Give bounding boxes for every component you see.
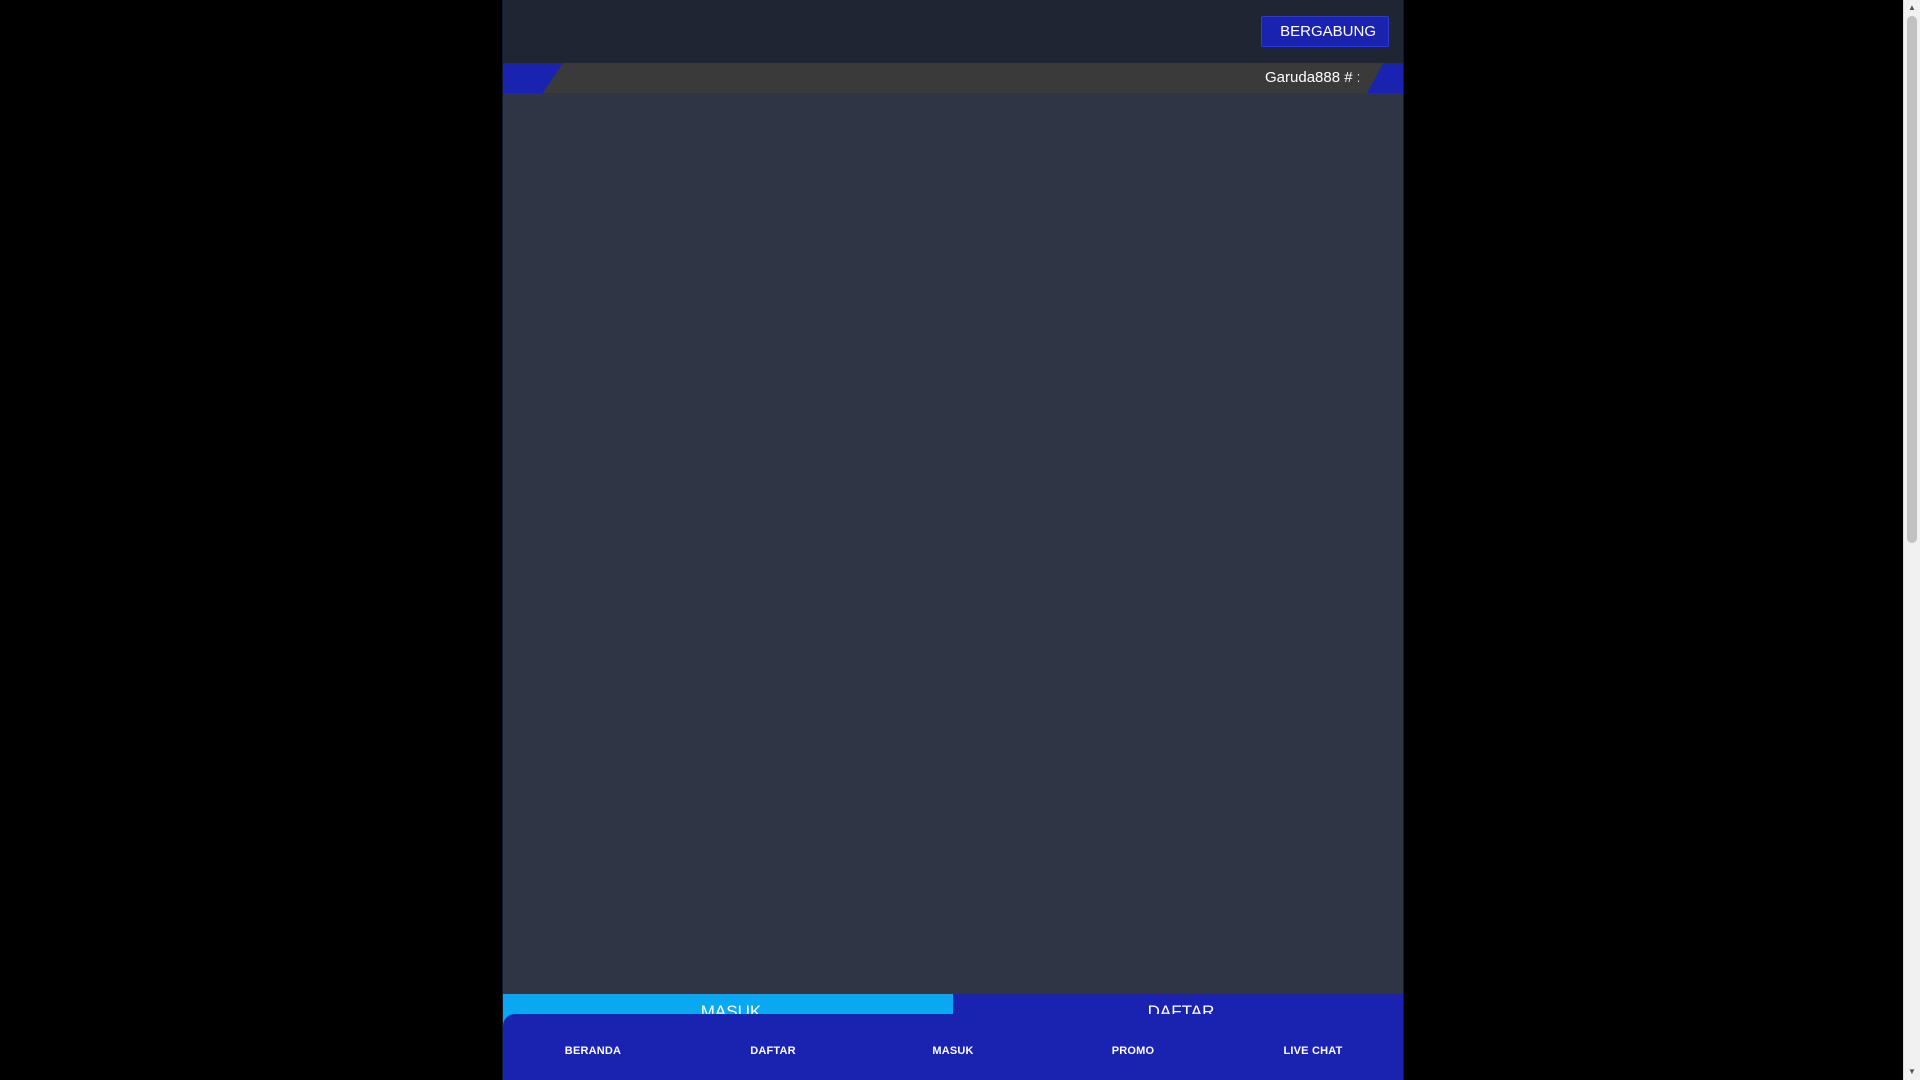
ticker-track: Garuda888 # : (565, 63, 1359, 93)
nav-item-promo[interactable]: PROMO (1043, 1014, 1223, 1080)
scrollbar-thumb[interactable] (1907, 16, 1917, 543)
nav-item-label: BERANDA (564, 1045, 622, 1057)
nav-item-label: PROMO (1111, 1045, 1155, 1057)
banner-area (503, 93, 1403, 993)
ticker-text: Garuda888 # : (1265, 69, 1359, 86)
scroll-down-arrow-icon[interactable]: ▼ (1904, 1064, 1920, 1080)
nav-item-label: LIVE CHAT (1283, 1045, 1343, 1057)
bottom-nav: BERANDA DAFTAR MASUK PROMO LIVE CHAT (503, 1014, 1403, 1080)
announcement-ticker: Garuda888 # : (503, 63, 1403, 93)
header-bar: BERGABUNG (503, 0, 1403, 63)
mobile-container: BERGABUNG Garuda888 # : MASUK DAFTAR BER… (502, 0, 1404, 1080)
nav-item-beranda[interactable]: BERANDA (503, 1014, 683, 1080)
nav-item-label: MASUK (932, 1045, 974, 1057)
nav-item-daftar[interactable]: DAFTAR (683, 1014, 863, 1080)
ticker-right-cap (1367, 63, 1403, 93)
nav-item-live-chat[interactable]: LIVE CHAT (1223, 1014, 1403, 1080)
page-scrollbar[interactable]: ▲ ▼ (1903, 0, 1920, 1080)
nav-item-label: DAFTAR (750, 1045, 796, 1057)
scroll-up-arrow-icon[interactable]: ▲ (1904, 0, 1920, 16)
nav-item-masuk[interactable]: MASUK (863, 1014, 1043, 1080)
join-button-label: BERGABUNG (1280, 23, 1376, 40)
join-button[interactable]: BERGABUNG (1261, 16, 1389, 47)
